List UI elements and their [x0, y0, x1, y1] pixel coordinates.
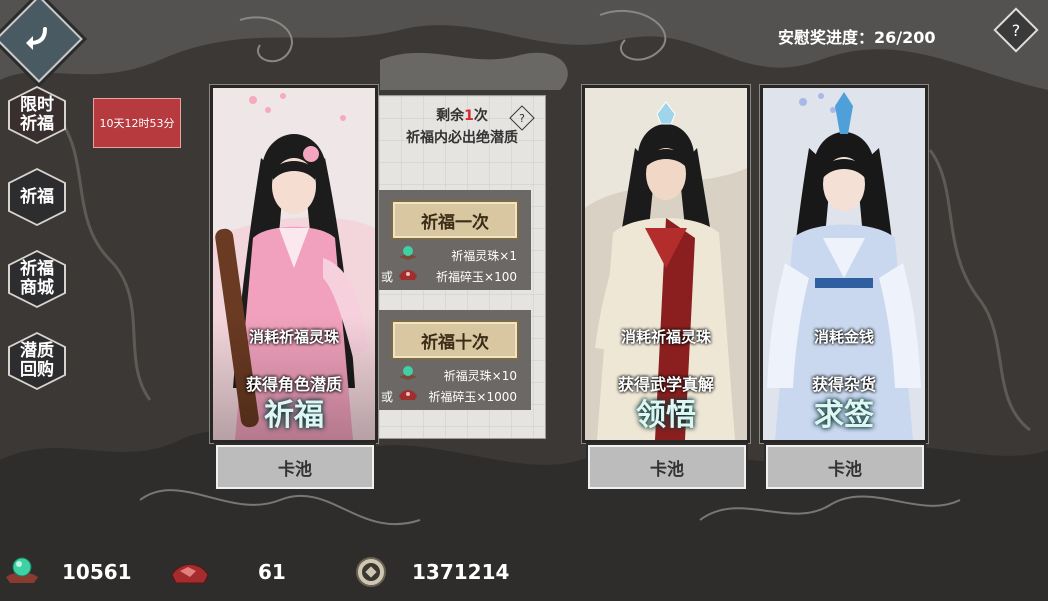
sidebar-item-pray[interactable]: 祈福 [8, 168, 66, 226]
single-draw-block: 祈福一次 祈福灵珠×1 或 祈福碎玉×100 [379, 190, 531, 290]
draw-once-button[interactable]: 祈福一次 [391, 200, 519, 240]
sidebar-item-pray-shop[interactable]: 祈福商城 [8, 250, 66, 308]
limited-timer-badge: 10天12时53分 [93, 98, 181, 148]
card-cost: 消耗祈福灵珠 [620, 328, 711, 346]
coin-count: 1371214 [412, 560, 510, 584]
sidebar-item-label: 祈福商城 [20, 259, 54, 298]
jade-count: 61 [258, 560, 286, 584]
ten-draw-block: 祈福十次 祈福灵珠×10 或 祈福碎玉×1000 [379, 310, 531, 410]
cost-jade: 祈福碎玉×1000 [428, 390, 517, 404]
cost-pearl: 祈福灵珠×1 [451, 249, 517, 263]
back-arrow-icon [26, 27, 47, 50]
jade-icon [171, 564, 209, 584]
help-icon: ? [519, 111, 525, 125]
coin-icon [356, 557, 386, 587]
draw-panel: 剩余1次 ? 祈福内必出绝潜质 祈福一次 祈福灵珠×1 或 祈福碎玉×100 祈… [378, 95, 546, 439]
cost-or: 或 [381, 270, 394, 284]
card-fortune[interactable]: 消耗金钱 获得杂货 求签 [760, 85, 928, 443]
cost-jade: 祈福碎玉×100 [436, 270, 517, 284]
card-pool-button[interactable]: 卡池 [216, 445, 374, 489]
card-pray[interactable]: 消耗祈福灵珠 获得角色潜质 祈福 [210, 85, 378, 443]
card-title: 祈福 [264, 398, 324, 433]
sidebar-item-label: 潜质回购 [20, 341, 54, 380]
draw-ten-button[interactable]: 祈福十次 [391, 320, 519, 360]
card-pool-button[interactable]: 卡池 [588, 445, 746, 489]
cost-pearl: 祈福灵珠×10 [443, 369, 517, 383]
jade-icon [399, 390, 417, 400]
sidebar-item-label: 祈福 [20, 186, 54, 207]
back-button[interactable] [0, 0, 83, 83]
help-icon: ? [1011, 20, 1021, 40]
card-title: 领悟 [636, 398, 696, 433]
consolation-progress: 安慰奖进度：26/200 [778, 28, 936, 47]
card-title: 求签 [814, 398, 874, 433]
sidebar-item-label: 限时祈福 [20, 95, 54, 134]
pearl-icon [399, 246, 417, 260]
jade-icon [399, 270, 417, 280]
sidebar-item-limited-pray[interactable]: 限时祈福 [8, 86, 66, 144]
sidebar-item-potential-buyback[interactable]: 潜质回购 [8, 332, 66, 390]
card-pool-button[interactable]: 卡池 [766, 445, 924, 489]
pearl-icon [399, 366, 417, 380]
pearl-count: 10561 [62, 560, 132, 584]
card-comprehend[interactable]: 消耗祈福灵珠 获得武学真解 领悟 [582, 85, 750, 443]
pearl-icon [6, 557, 38, 583]
cost-or: 或 [381, 390, 394, 404]
card-cost: 消耗祈福灵珠 [248, 328, 339, 346]
guarantee-text: 祈福内必出绝潜质 [406, 130, 518, 146]
card-cost: 消耗金钱 [813, 328, 874, 346]
